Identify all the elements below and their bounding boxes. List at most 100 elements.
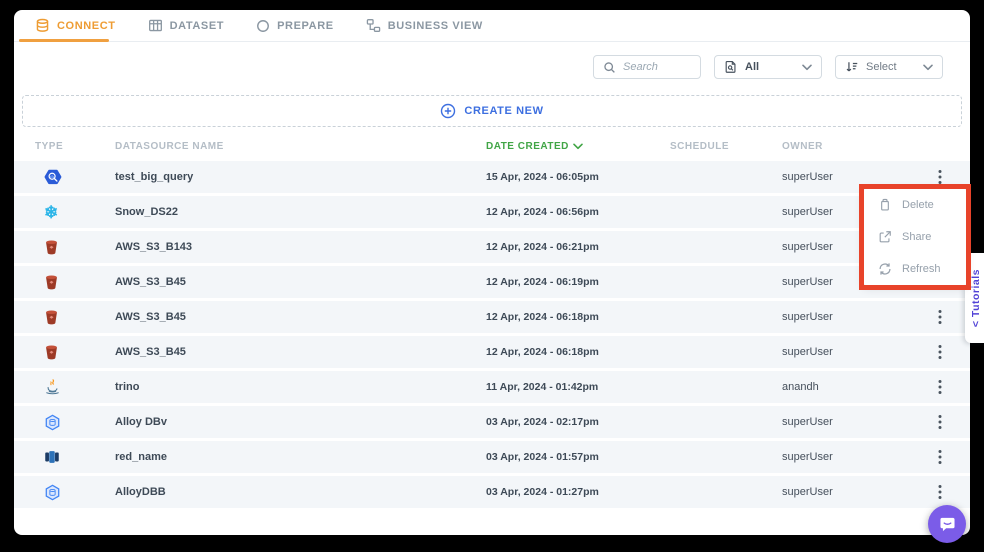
row-actions <box>922 411 958 433</box>
tutorial-tab-label: < Tutorials <box>970 268 982 328</box>
aws-s3-icon <box>44 344 59 360</box>
datasource-type-cell <box>35 449 115 465</box>
column-header-date-created-label: DATE CREATED <box>486 140 569 152</box>
table-row: AlloyDBB 03 Apr, 2024 - 01:27pm superUser <box>14 476 970 508</box>
column-header-type: TYPE <box>35 140 64 152</box>
datasource-name[interactable]: AWS_S3_B45 <box>115 311 486 323</box>
column-header-schedule: SCHEDULE <box>670 140 730 152</box>
table-row: Alloy DBv 03 Apr, 2024 - 02:17pm superUser <box>14 406 970 438</box>
date-created: 12 Apr, 2024 - 06:19pm <box>486 276 599 288</box>
row-actions <box>922 446 958 468</box>
create-new-button[interactable]: CREATE NEW <box>22 95 962 127</box>
tab-label: CONNECT <box>57 19 116 32</box>
table-row: AWS_S3_B45 12 Apr, 2024 - 06:19pm superUse… <box>14 266 970 298</box>
alloydb-icon <box>44 484 61 501</box>
owner: superUser <box>782 451 833 463</box>
table-row: ❄ Snow_DS22 12 Apr, 2024 - 06:56pm superUse… <box>14 196 970 228</box>
datasource-name[interactable]: trino <box>115 381 486 393</box>
database-icon <box>35 18 50 33</box>
sort-dropdown[interactable]: Select <box>835 55 943 79</box>
tab-prepare[interactable]: PREPARE <box>256 19 334 33</box>
context-menu: Delete Share Refresh <box>864 189 966 285</box>
table-row: test_big_query 15 Apr, 2024 - 06:05pm supe… <box>14 161 970 193</box>
search-box[interactable] <box>593 55 701 79</box>
tab-label: PREPARE <box>277 19 334 32</box>
date-created: 12 Apr, 2024 - 06:18pm <box>486 346 599 358</box>
tab-connect[interactable]: CONNECT <box>35 18 116 33</box>
tab-bar: CONNECT DATASET PREPARE BUSINESS VIEW <box>14 10 970 42</box>
datasource-name[interactable]: Snow_DS22 <box>115 206 486 218</box>
owner: anandh <box>782 381 819 393</box>
create-new-label: CREATE NEW <box>464 105 544 117</box>
sort-icon <box>845 60 859 74</box>
snowflake-icon: ❄ <box>44 202 59 222</box>
menu-item-label: Refresh <box>902 263 941 275</box>
column-header-owner: OWNER <box>782 140 823 152</box>
date-created: 12 Apr, 2024 - 06:56pm <box>486 206 599 218</box>
file-type-dropdown[interactable]: All <box>714 55 822 79</box>
datasource-type-cell <box>35 344 115 360</box>
search-icon <box>603 61 616 74</box>
owner: superUser <box>782 346 833 358</box>
circle-icon <box>256 19 270 33</box>
row-actions-kebab-icon[interactable] <box>932 446 948 468</box>
bigquery-icon <box>44 168 62 186</box>
row-actions-kebab-icon[interactable] <box>932 411 948 433</box>
date-created: 12 Apr, 2024 - 06:18pm <box>486 311 599 323</box>
table-row: trino 11 Apr, 2024 - 01:42pm anandh <box>14 371 970 403</box>
table-icon <box>148 18 163 33</box>
aws-s3-icon <box>44 239 59 255</box>
row-actions-kebab-icon[interactable] <box>932 306 948 328</box>
tab-label: DATASET <box>169 19 225 32</box>
sort-chevron-down-icon <box>573 143 583 150</box>
datasource-type-cell: ❄ <box>35 204 115 221</box>
datasource-type-cell <box>35 239 115 255</box>
sort-dropdown-value: Select <box>866 61 897 73</box>
aws-s3-icon <box>44 309 59 325</box>
alloydb-icon <box>44 414 61 431</box>
chat-icon <box>938 515 957 534</box>
flow-icon <box>366 18 381 33</box>
table-row: AWS_S3_B143 12 Apr, 2024 - 06:21pm superUs… <box>14 231 970 263</box>
table-row: red_name 03 Apr, 2024 - 01:57pm superUser <box>14 441 970 473</box>
file-type-dropdown-value: All <box>745 61 760 73</box>
row-actions-kebab-icon[interactable] <box>932 341 948 363</box>
redshift-icon <box>44 449 60 465</box>
datasource-type-cell <box>35 484 115 501</box>
chat-launcher-button[interactable] <box>928 505 966 543</box>
datasource-type-cell <box>35 274 115 290</box>
datasource-type-cell <box>35 168 115 186</box>
tab-dataset[interactable]: DATASET <box>148 18 225 33</box>
active-tab-underline <box>19 39 109 42</box>
tutorial-tab[interactable]: < Tutorials <box>965 253 984 343</box>
datasource-name[interactable]: test_big_query <box>115 171 486 183</box>
row-actions-kebab-icon[interactable] <box>932 481 948 503</box>
chevron-down-icon <box>923 64 933 71</box>
file-icon <box>724 60 738 74</box>
trash-icon <box>878 198 892 212</box>
menu-item-label: Share <box>902 231 932 243</box>
menu-item-delete[interactable]: Delete <box>864 189 966 221</box>
row-actions-kebab-icon[interactable] <box>932 166 948 188</box>
datasource-name[interactable]: Alloy DBv <box>115 416 486 428</box>
datasource-name[interactable]: red_name <box>115 451 486 463</box>
menu-item-refresh[interactable]: Refresh <box>864 253 966 285</box>
date-created: 12 Apr, 2024 - 06:21pm <box>486 241 599 253</box>
search-input[interactable] <box>623 61 691 73</box>
datasource-type-cell <box>35 378 115 396</box>
datasource-name[interactable]: AlloyDBB <box>115 486 486 498</box>
menu-item-share[interactable]: Share <box>864 221 966 253</box>
plus-circle-icon <box>440 103 456 119</box>
aws-s3-icon <box>44 274 59 290</box>
column-header-datasource-name: DATASOURCE NAME <box>115 140 224 152</box>
chevron-down-icon <box>802 64 812 71</box>
row-actions <box>922 166 958 188</box>
column-header-date-created[interactable]: DATE CREATED <box>486 141 670 152</box>
row-actions <box>922 306 958 328</box>
row-actions-kebab-icon[interactable] <box>932 376 948 398</box>
datasource-name[interactable]: AWS_S3_B45 <box>115 276 486 288</box>
owner: superUser <box>782 416 833 428</box>
datasource-name[interactable]: AWS_S3_B45 <box>115 346 486 358</box>
tab-business-view[interactable]: BUSINESS VIEW <box>366 18 483 33</box>
datasource-name[interactable]: AWS_S3_B143 <box>115 241 486 253</box>
